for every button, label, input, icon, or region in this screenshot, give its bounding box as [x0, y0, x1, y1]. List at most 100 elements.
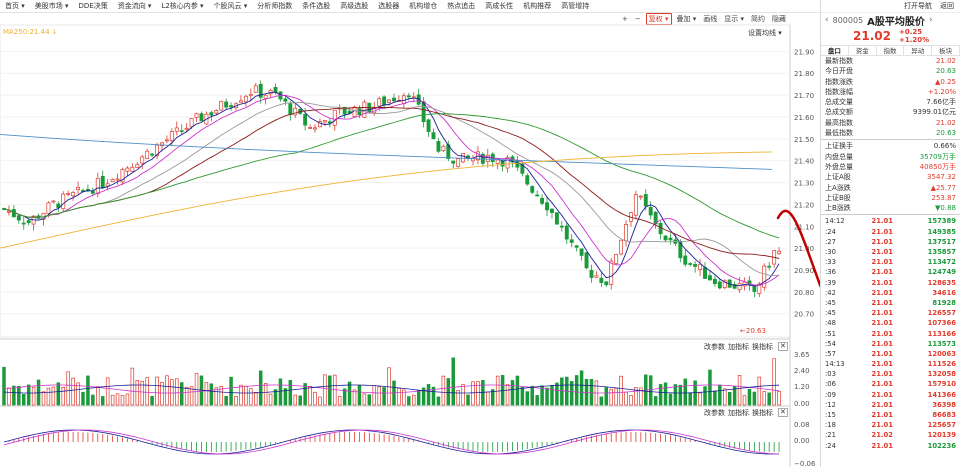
candle — [554, 212, 559, 225]
candle — [614, 254, 619, 264]
price-tick: 20.70 — [794, 311, 814, 319]
volume-bar — [713, 390, 717, 406]
tick-volume: 126557 — [927, 309, 956, 318]
stat2-row: 外盘总量 40850万手 — [821, 162, 960, 172]
candle — [322, 120, 327, 123]
tick-volume: 135857 — [927, 248, 956, 257]
tab-funds[interactable]: 资金 — [849, 46, 877, 55]
tick-price: 21.01 — [871, 390, 894, 399]
menu-item-7[interactable]: 条件选股 — [297, 1, 335, 11]
change-params-button-2[interactable]: 改参数 — [704, 408, 725, 418]
toolbar-button-4[interactable]: 画线 — [701, 14, 719, 24]
menu-item-12[interactable]: 高成长性 — [480, 1, 518, 11]
open-nav-link[interactable]: 打开导航 — [904, 1, 932, 11]
stat-value: 7.66亿手 — [926, 98, 956, 107]
volume-bar — [254, 392, 258, 406]
volume-bar — [614, 387, 618, 406]
menu-item-3[interactable]: 资金流向 ▾ — [113, 1, 157, 11]
add-indicator-button[interactable]: 加指标 — [728, 342, 749, 352]
toolbar-button-2[interactable]: 复权 ▾ — [645, 13, 672, 25]
toolbar-button-7[interactable]: 隐藏 — [770, 14, 788, 24]
toolbar-button-6[interactable]: 简约 — [749, 14, 767, 24]
menu-item-14[interactable]: 高管增持 — [556, 1, 594, 11]
close-icon-2[interactable]: ✕ — [778, 408, 788, 417]
volume-tick: 3.65 — [794, 351, 810, 359]
volume-bar — [100, 396, 105, 406]
divider-2 — [821, 214, 960, 216]
stat2-row: 上A涨跌 ▲25.77 — [821, 183, 960, 193]
volume-bar — [56, 382, 61, 406]
volume-bar — [170, 379, 174, 406]
volume-bar — [110, 394, 115, 406]
tick-price: 21.01 — [871, 421, 894, 430]
volume-bar — [505, 384, 510, 406]
candle — [693, 263, 698, 267]
candle — [579, 248, 584, 256]
volume-bar — [535, 395, 539, 406]
candle — [683, 255, 688, 265]
menu-item-0[interactable]: 首页 ▾ — [0, 1, 30, 11]
menu-item-13[interactable]: 机构推荐 — [518, 1, 556, 11]
switch-indicator-button[interactable]: 换指标 — [752, 342, 773, 352]
toolbar-button-5[interactable]: 显示 ▾ — [722, 14, 746, 24]
candle — [431, 132, 436, 140]
volume-bar — [263, 383, 268, 406]
tick-row: :36 21.01 124749 — [821, 267, 960, 277]
tick-price: 21.01 — [871, 258, 894, 267]
menu-item-5[interactable]: 个股风云 ▾ — [209, 1, 253, 11]
menu-item-6[interactable]: 分析师指数 — [252, 1, 297, 11]
volume-bar — [668, 393, 673, 406]
volume-bar — [130, 367, 135, 406]
candle — [663, 235, 668, 241]
switch-indicator-button-2[interactable]: 换指标 — [752, 408, 773, 418]
volume-bar — [703, 386, 707, 406]
toolbar-button-0[interactable]: + — [620, 15, 630, 23]
volume-bar — [145, 377, 149, 406]
menu-item-1[interactable]: 美股市场 ▾ — [30, 1, 74, 11]
kline-chart[interactable]: 21.90 21.80 21.70 21.60 21.50 21.40 21.30 21.20… — [0, 24, 922, 468]
toolbar-button-3[interactable]: 叠加 ▾ — [675, 14, 699, 24]
volume-bar — [76, 382, 80, 406]
toolbar-button-1[interactable]: − — [633, 15, 643, 23]
volume-bar — [560, 377, 564, 406]
volume-bar — [708, 369, 712, 406]
tab-handicap[interactable]: 盘口 — [821, 46, 849, 55]
panel-top-links: 打开导航 返回 — [821, 0, 960, 13]
volume-bar — [767, 392, 771, 406]
menu-item-4[interactable]: L2核心内参 ▾ — [156, 1, 208, 11]
back-link[interactable]: 返回 — [940, 1, 954, 11]
chevron-left-icon[interactable]: ‹ — [825, 15, 829, 25]
add-indicator-button-2[interactable]: 加指标 — [728, 408, 749, 418]
panel-tabs: 盘口 资金 指数 异动 板块 — [821, 45, 960, 56]
tick-row: :45 21.01 126557 — [821, 308, 960, 318]
tick-time: :15 — [825, 411, 836, 420]
menu-item-8[interactable]: 高级选股 — [335, 1, 373, 11]
volume-bar — [362, 393, 367, 406]
tick-row: :42 21.01 34616 — [821, 288, 960, 298]
stat-label: 指数涨跌 — [825, 77, 853, 86]
menu-item-9[interactable]: 选股器 — [373, 1, 404, 11]
candle — [90, 191, 95, 194]
volume-bar — [515, 375, 520, 406]
menu-item-11[interactable]: 热点追击 — [442, 1, 480, 11]
candle — [658, 223, 663, 235]
change-params-button[interactable]: 改参数 — [704, 342, 725, 352]
menu-item-10[interactable]: 机构增仓 — [404, 1, 442, 11]
close-icon[interactable]: ✕ — [778, 342, 788, 351]
tick-time: :27 — [825, 237, 836, 246]
tick-price: 21.01 — [871, 329, 894, 338]
volume-bar — [683, 378, 688, 406]
tab-sector[interactable]: 板块 — [932, 46, 960, 55]
candle — [525, 175, 530, 185]
tab-index[interactable]: 指数 — [877, 46, 905, 55]
menu-item-2[interactable]: DDE决策 — [74, 1, 113, 11]
chevron-right-icon[interactable]: › — [929, 15, 933, 25]
set-ma-button[interactable]: 设置均线 ▾ — [748, 28, 782, 38]
volume-bar — [357, 385, 362, 406]
volume-bar — [727, 391, 732, 406]
candle — [179, 130, 184, 133]
tab-anomaly[interactable]: 异动 — [904, 46, 933, 55]
volume-bar — [407, 396, 411, 406]
candle — [633, 194, 638, 216]
chart-area[interactable]: 21.90 21.80 21.70 21.60 21.50 21.40 21.30 21.20… — [0, 24, 922, 468]
